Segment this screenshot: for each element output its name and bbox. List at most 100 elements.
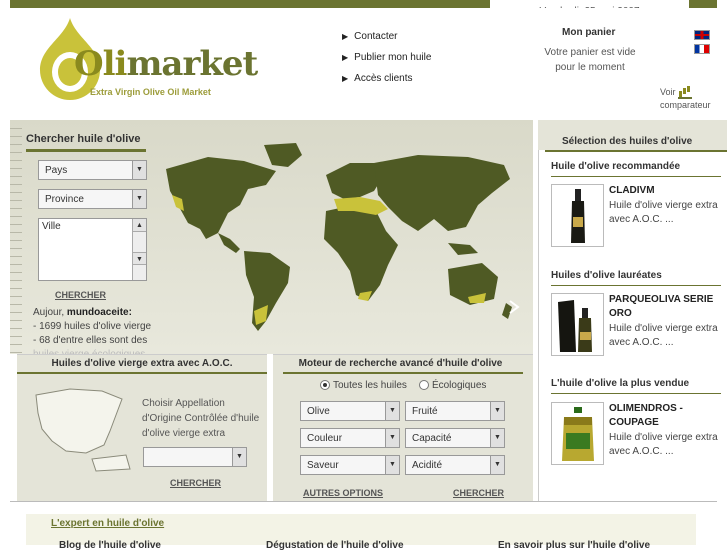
- radio-ecological[interactable]: Écologiques: [418, 380, 486, 391]
- olive-oil-jug-icon: [562, 407, 594, 461]
- cart-status: Votre panier est vide pour le moment: [540, 45, 640, 75]
- search-title: Chercher huile d'olive: [26, 133, 146, 152]
- africa: [324, 205, 398, 301]
- logo-name-part2: market: [126, 44, 258, 84]
- chevron-down-icon: ▼: [385, 456, 399, 474]
- logo-wordmark: Olimarket: [74, 44, 258, 84]
- aoc-search-link[interactable]: CHERCHER: [170, 478, 221, 488]
- radio-all-label: Toutes les huiles: [333, 380, 407, 391]
- fruity-select[interactable]: Fruité ▼: [405, 401, 505, 421]
- logo-tagline: Extra Virgin Olive Oil Market: [90, 87, 211, 97]
- stats-line1: Aujour, mundoaceite:: [33, 306, 153, 320]
- radio-all-oils[interactable]: Toutes les huiles: [320, 380, 407, 391]
- footer-link-learn-more[interactable]: En savoir plus sur l'huile d'olive: [498, 540, 650, 551]
- product-image-olimendros[interactable]: [551, 402, 604, 465]
- flag-english-icon[interactable]: [694, 30, 710, 40]
- olimarket-logo[interactable]: Olimarket Extra Virgin Olive Oil Market: [28, 14, 258, 104]
- product-desc-olimendros: Huile d'olive vierge extra avec A.O.C. .…: [609, 432, 718, 457]
- chevron-down-icon: ▼: [385, 402, 399, 420]
- footer-link-blog[interactable]: Blog de l'huile d'olive: [59, 540, 161, 551]
- cart-status-line2: pour le moment: [555, 62, 625, 73]
- province-select-value: Province: [45, 194, 84, 205]
- city-scrollbar[interactable]: ▲ ▼: [132, 219, 146, 280]
- nav-publish-label: Publier mon huile: [354, 52, 432, 63]
- asia: [374, 155, 510, 231]
- nav-contact[interactable]: ▶ Contacter: [342, 26, 431, 47]
- radio-selected-icon[interactable]: [320, 380, 330, 391]
- olive-oil-bottle-icon: [571, 189, 585, 243]
- aoc-title: Huiles d'olive vierge extra avec A.O.C.: [51, 358, 233, 369]
- north-america: [166, 157, 276, 239]
- greenland: [264, 143, 302, 167]
- acidity-select-value: Acidité: [412, 460, 443, 471]
- color-select[interactable]: Couleur ▼: [300, 428, 400, 448]
- awarded-divider: [551, 285, 721, 286]
- product-desc-parqueoliva: Huile d'olive vierge extra avec A.O.C. .…: [609, 323, 718, 348]
- central-america: [218, 233, 240, 253]
- flavor-select-value: Saveur: [307, 460, 339, 471]
- scroll-down-icon[interactable]: ▼: [133, 252, 146, 265]
- stats-site-name: mundoaceite:: [66, 307, 132, 318]
- comparator-link[interactable]: Voir comparateur: [660, 86, 720, 112]
- language-flags: [694, 30, 710, 58]
- product-name-olimendros[interactable]: OLIMENDROS - COUPAGE: [609, 402, 721, 430]
- nav-client-access[interactable]: ▶ Accès clients: [342, 68, 431, 89]
- nav-client-label: Accès clients: [354, 73, 413, 84]
- selection-divider: [545, 150, 727, 152]
- chevron-down-icon: ▼: [490, 402, 504, 420]
- flavor-select[interactable]: Saveur ▼: [300, 455, 400, 475]
- arrow-right-icon: ▶: [342, 32, 349, 41]
- capacity-select[interactable]: Capacité ▼: [405, 428, 505, 448]
- cart-status-line1: Votre panier est vide: [544, 47, 636, 58]
- south-america: [244, 251, 290, 331]
- advanced-search-link[interactable]: CHERCHER: [453, 488, 504, 498]
- selection-title: Sélection des huiles d'olive: [562, 136, 693, 147]
- color-select-value: Couleur: [307, 433, 343, 444]
- advanced-search-divider: [283, 372, 523, 374]
- chevron-down-icon: ▼: [132, 161, 146, 179]
- product-image-cladivm[interactable]: [551, 184, 604, 247]
- olive-oil-box-icon: [558, 300, 592, 352]
- radio-unselected-icon[interactable]: [418, 380, 429, 391]
- cart-title[interactable]: Mon panier: [562, 27, 615, 38]
- expert-title[interactable]: L'expert en huile d'olive: [51, 518, 164, 529]
- aoc-divider: [17, 372, 267, 374]
- search-submit-link[interactable]: CHERCHER: [55, 290, 106, 300]
- recommended-title: Huile d'olive recommandée: [551, 161, 681, 172]
- province-select[interactable]: Province ▼: [38, 189, 147, 209]
- compare-line1: Voir: [660, 87, 676, 97]
- chevron-down-icon: ▼: [385, 429, 399, 447]
- new-zealand: [502, 303, 512, 319]
- oil-type-radios: Toutes les huiles Écologiques: [320, 380, 486, 391]
- compare-line2: comparateur: [660, 100, 711, 110]
- stats-oil-count: - 1699 huiles d'olive vierge: [33, 321, 152, 332]
- recommended-divider: [551, 176, 721, 177]
- bar-chart-icon: [678, 87, 693, 99]
- awarded-title: Huiles d'olive lauréates: [551, 270, 662, 281]
- chevron-down-icon: ▼: [490, 456, 504, 474]
- city-listbox[interactable]: Ville ▲ ▼: [38, 218, 147, 281]
- olive-select[interactable]: Olive ▼: [300, 401, 400, 421]
- flag-french-icon[interactable]: [694, 44, 710, 54]
- capacity-select-value: Capacité: [412, 433, 452, 444]
- world-map[interactable]: [148, 135, 523, 345]
- footer-link-tasting[interactable]: Dégustation de l'huile d'olive: [266, 540, 404, 551]
- bestseller-divider: [551, 393, 721, 394]
- more-options-link[interactable]: AUTRES OPTIONS: [303, 488, 383, 498]
- scroll-up-icon[interactable]: ▲: [133, 219, 146, 232]
- spain-map-icon[interactable]: [30, 385, 135, 475]
- country-select-value: Pays: [45, 165, 68, 176]
- product-name-parqueoliva[interactable]: PARQUEOLIVA SERIE ORO: [609, 293, 721, 321]
- country-select[interactable]: Pays ▼: [38, 160, 147, 180]
- stats-eco-count: - 68 d'entre elles sont des: [33, 335, 148, 346]
- aoc-select[interactable]: ▼: [143, 447, 247, 467]
- product-image-parqueoliva[interactable]: [551, 293, 604, 356]
- chevron-down-icon: ▼: [232, 448, 246, 466]
- aoc-description: Choisir Appellation d'Origine Contrôlée …: [142, 398, 260, 439]
- product-name-cladivm[interactable]: CLADIVM: [609, 184, 721, 198]
- acidity-select[interactable]: Acidité ▼: [405, 455, 505, 475]
- olive-select-value: Olive: [307, 406, 330, 417]
- indonesia: [448, 243, 478, 255]
- chevron-down-icon: ▼: [132, 190, 146, 208]
- nav-publish-oil[interactable]: ▶ Publier mon huile: [342, 47, 431, 68]
